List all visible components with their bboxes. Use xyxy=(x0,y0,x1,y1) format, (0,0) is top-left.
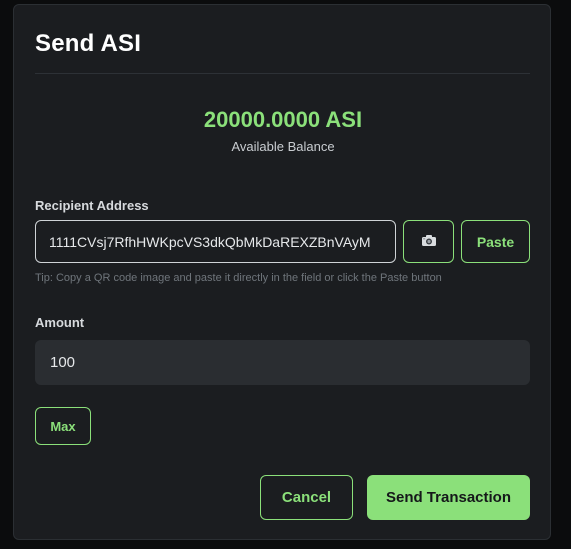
balance-label: Available Balance xyxy=(231,139,335,154)
dialog-title: Send ASI xyxy=(35,30,142,57)
qr-tip-text: Tip: Copy a QR code image and paste it d… xyxy=(35,272,442,284)
scan-qr-button[interactable] xyxy=(403,220,454,263)
recipient-address-input[interactable] xyxy=(35,220,396,263)
balance-amount: 20000.0000 ASI xyxy=(203,107,363,132)
title-divider xyxy=(35,73,530,74)
paste-button[interactable]: Paste xyxy=(461,220,530,263)
send-transaction-button[interactable]: Send Transaction xyxy=(367,475,530,520)
cancel-button[interactable]: Cancel xyxy=(260,475,353,520)
camera-icon xyxy=(421,234,437,250)
amount-label: Amount xyxy=(35,315,85,330)
amount-input[interactable] xyxy=(35,340,530,385)
recipient-address-label: Recipient Address xyxy=(35,198,149,213)
send-dialog: Send ASI 20000.0000 ASI Available Balanc… xyxy=(13,4,551,540)
max-button[interactable]: Max xyxy=(35,407,91,445)
